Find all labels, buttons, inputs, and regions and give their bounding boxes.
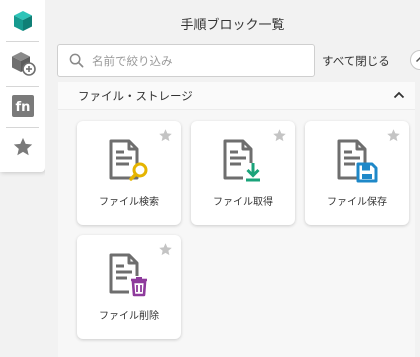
block-card-file-get[interactable]: ファイル取得 — [191, 121, 295, 225]
star-icon — [13, 137, 33, 156]
chevron-up-icon — [415, 56, 420, 63]
category-label: ファイル・ストレージ — [78, 89, 193, 103]
sidebar-divider — [6, 86, 39, 87]
file-delete-icon — [109, 253, 149, 297]
favorite-star-icon[interactable] — [272, 128, 287, 143]
blocks-tab[interactable] — [4, 4, 42, 38]
file-search-icon — [109, 139, 148, 181]
block-label: ファイル検索 — [99, 197, 159, 208]
favorite-star-icon[interactable] — [158, 128, 173, 143]
page-title: 手順ブロック一覧 — [180, 18, 285, 33]
fn-icon: fn — [12, 95, 34, 117]
search-icon — [69, 53, 84, 68]
favorite-star-icon[interactable] — [158, 242, 173, 257]
block-card-file-save[interactable]: ファイル保存 — [305, 121, 409, 225]
block-card-file-search[interactable]: ファイル検索 — [77, 121, 181, 225]
sidebar-divider — [6, 41, 39, 42]
search-input[interactable] — [92, 51, 302, 71]
favorite-star-icon[interactable] — [386, 128, 401, 143]
block-grid: ファイル検索 ファイル取得 ファイル保存 ファイル削除 — [58, 110, 415, 357]
scroll-up-button[interactable] — [410, 50, 420, 70]
file-save-icon — [337, 139, 378, 183]
block-card-file-delete[interactable]: ファイル削除 — [77, 235, 181, 339]
block-label: ファイル保存 — [327, 197, 387, 208]
add-block-tab[interactable] — [4, 46, 42, 80]
category-header[interactable]: ファイル・ストレージ — [58, 82, 415, 110]
block-list-panel: 手順ブロック一覧 すべて閉じる ファイル・ストレージ — [45, 0, 420, 357]
search-box[interactable] — [57, 44, 315, 77]
left-sidebar: fn — [0, 0, 45, 172]
collapse-all-button[interactable]: すべて閉じる — [322, 53, 390, 69]
block-label: ファイル取得 — [213, 197, 273, 208]
cube-add-icon — [12, 52, 36, 76]
cube-icon — [14, 11, 32, 31]
file-download-icon — [223, 139, 263, 182]
favorites-tab[interactable] — [4, 130, 42, 164]
functions-tab[interactable]: fn — [4, 89, 42, 123]
chevron-up-icon — [393, 91, 405, 99]
sidebar-divider — [6, 127, 39, 128]
fn-icon-text: fn — [16, 100, 31, 115]
block-label: ファイル削除 — [99, 311, 159, 322]
